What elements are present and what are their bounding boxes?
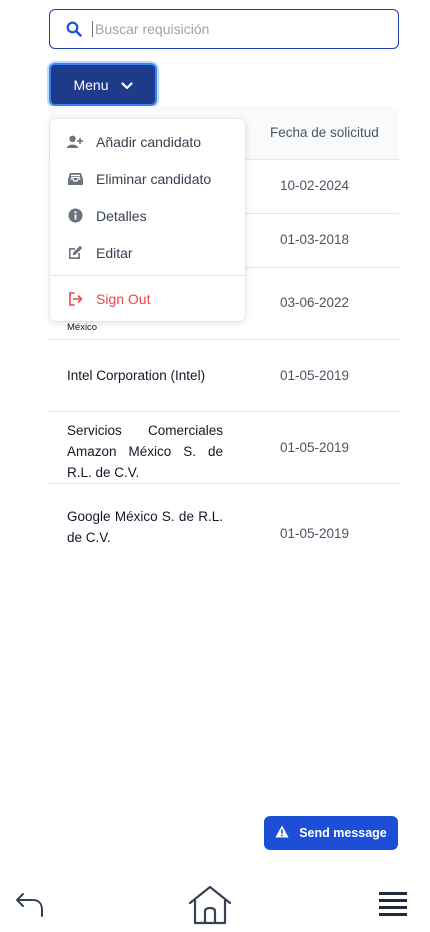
menu-button[interactable]: Menu: [49, 63, 157, 106]
search-input[interactable]: [92, 21, 372, 37]
menu-button-label: Menu: [73, 76, 109, 93]
row-company: Servicios Comerciales Amazon México S. d…: [67, 423, 223, 480]
table-row[interactable]: Intel Corporation (Intel) 01-05-2019: [49, 340, 399, 412]
table-row[interactable]: Google México S. de R.L. de C.V. 01-05-2…: [49, 484, 399, 570]
menu-item-edit[interactable]: Editar: [50, 234, 245, 271]
menu-item-add-candidate[interactable]: Añadir candidato: [50, 123, 245, 160]
menu-item-label: Editar: [96, 244, 133, 261]
home-icon[interactable]: [187, 884, 233, 926]
user-plus-icon: [67, 134, 83, 150]
row-company: Google México S. de R.L. de C.V.: [67, 509, 223, 545]
header-date: Fecha de solicitud: [270, 125, 379, 140]
search-icon: [66, 21, 82, 37]
menu-divider: [50, 275, 245, 276]
sign-out-icon: [67, 291, 83, 307]
row-company: Intel Corporation (Intel): [67, 368, 206, 383]
search-bar[interactable]: [49, 9, 399, 49]
hamburger-menu-icon[interactable]: [377, 888, 409, 920]
send-message-button[interactable]: Send message: [264, 816, 398, 850]
row-date: 01-05-2019: [280, 440, 350, 455]
chevron-down-icon: [120, 77, 133, 93]
warning-icon: [275, 825, 289, 841]
row-date: 01-05-2019: [280, 526, 350, 541]
table-row[interactable]: Servicios Comerciales Amazon México S. d…: [49, 412, 399, 484]
menu-item-label: Sign Out: [96, 290, 151, 307]
send-message-label: Send message: [299, 826, 387, 840]
menu-item-label: Añadir candidato: [96, 133, 202, 150]
info-icon: [67, 208, 83, 224]
row-date: 10-02-2024: [280, 178, 350, 193]
menu-item-details[interactable]: Detalles: [50, 197, 245, 234]
row-date: 03-06-2022: [280, 295, 350, 310]
menu-item-label: Eliminar candidato: [96, 170, 212, 187]
menu-dropdown: Añadir candidato Eliminar candidato Deta…: [50, 119, 245, 321]
menu-item-sign-out[interactable]: Sign Out: [50, 280, 245, 317]
row-date: 01-05-2019: [280, 368, 350, 383]
back-arrow-icon[interactable]: [14, 888, 46, 920]
row-date: 01-03-2018: [280, 232, 350, 247]
menu-item-remove-candidate[interactable]: Eliminar candidato: [50, 160, 245, 197]
row-company: México: [67, 322, 98, 333]
bottom-navigation: [0, 880, 430, 932]
edit-icon: [67, 245, 83, 261]
menu-item-label: Detalles: [96, 207, 147, 224]
inbox-tray-icon: [67, 171, 83, 187]
